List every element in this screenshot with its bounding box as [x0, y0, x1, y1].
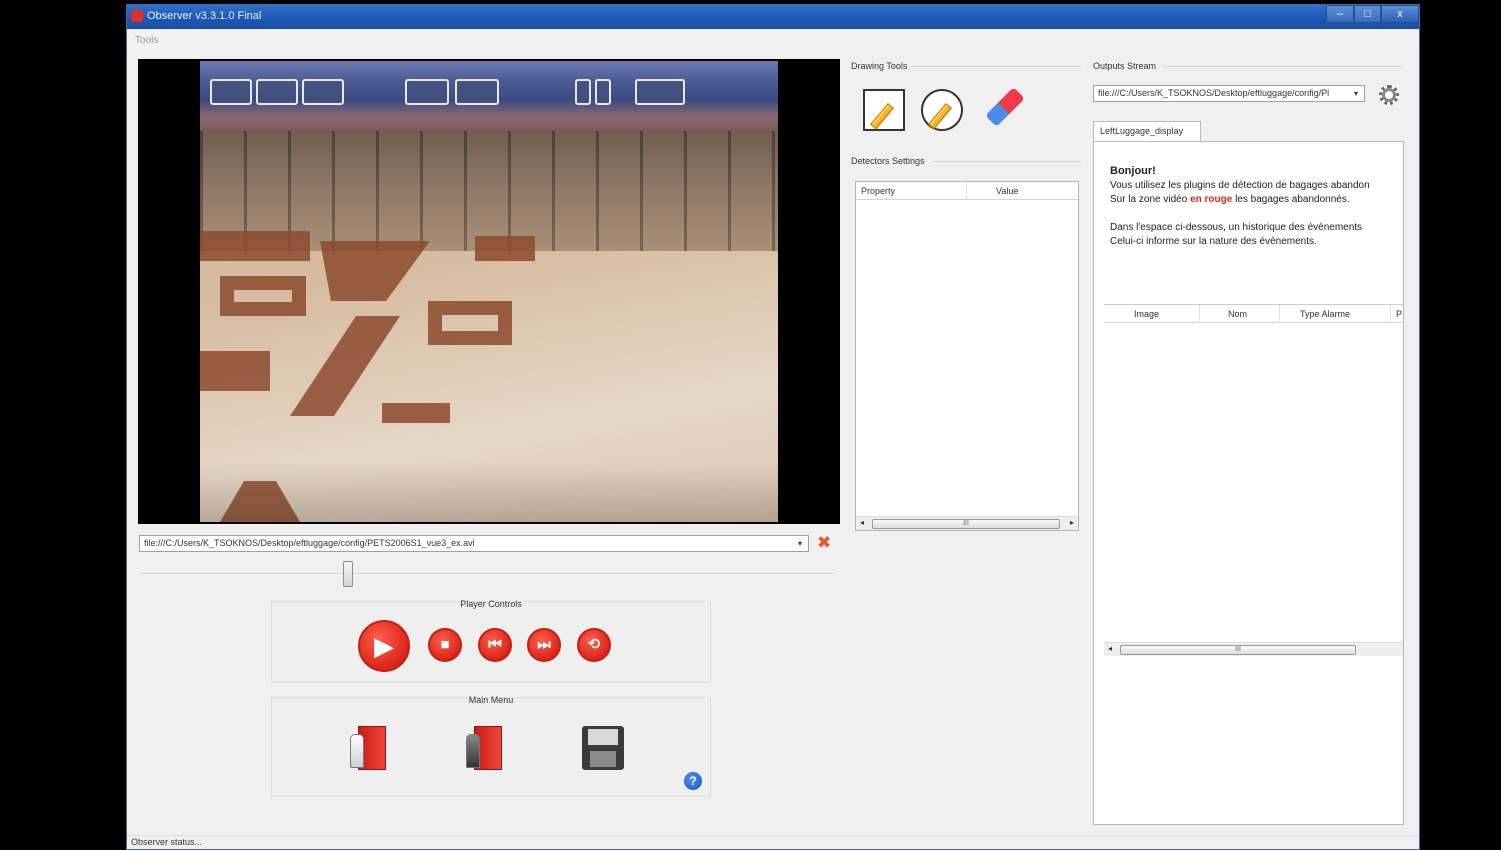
horizontal-scrollbar[interactable]: ◂ III ▸ [856, 516, 1078, 530]
player-controls-title: Player Controls [460, 599, 522, 609]
status-bar: Observer status... [127, 835, 1419, 849]
events-horizontal-scrollbar[interactable]: ◂ III [1104, 642, 1403, 656]
skip-forward-icon: ⏭ [537, 636, 551, 653]
minimize-button[interactable]: – [1326, 5, 1354, 23]
drawing-tools-title: Drawing Tools [851, 61, 908, 71]
events-table[interactable]: Image Nom Type Alarme P ◂ III [1104, 304, 1403, 656]
column-image: Image [1134, 309, 1160, 319]
loop-icon: ⟲ [587, 636, 601, 653]
window-title: Observer v3.3.1.0 Final [147, 10, 262, 22]
info-line-2b: les bagages abandonnés. [1232, 194, 1350, 205]
events-table-header: Image Nom Type Alarme P [1104, 305, 1403, 323]
scroll-right-icon[interactable]: ▸ [1070, 518, 1074, 527]
info-line-2-highlight: en rouge [1190, 194, 1233, 205]
camera-door-icon[interactable] [466, 726, 502, 770]
info-line-2a: Sur la zone vidéo [1110, 194, 1191, 205]
main-window: Observer v3.3.1.0 Final – □ x Tools file… [126, 4, 1420, 850]
screen-background: Observer v3.3.1.0 Final – □ x Tools file… [8, 0, 1495, 850]
column-type-alarme: Type Alarme [1300, 309, 1351, 319]
menu-tools[interactable]: Tools [135, 35, 158, 46]
stop-icon: ■ [440, 636, 450, 653]
exit-door-icon[interactable] [350, 726, 386, 770]
video-frame [200, 61, 778, 522]
detectors-settings-title: Detectors Settings [851, 156, 925, 166]
maximize-button[interactable]: □ [1354, 5, 1381, 23]
chevron-down-icon[interactable]: ▾ [1350, 87, 1362, 100]
info-line-3: Dans l'espace ci-dessous, un historique … [1110, 222, 1363, 233]
skip-back-icon: ⏮ [488, 636, 502, 653]
info-line-1: Vous utilisez les plugins de détection d… [1110, 180, 1370, 191]
help-icon[interactable]: ? [684, 772, 702, 790]
events-scrollbar-thumb[interactable]: III [1120, 645, 1356, 655]
menu-bar: Tools [127, 31, 1419, 49]
main-menu-group: Main Menu ? [271, 695, 711, 797]
circle-pencil-icon[interactable] [921, 89, 963, 131]
output-source-value: file:///C:/Users/K_TSOKNOS/Desktop/eftlu… [1098, 88, 1330, 98]
video-source-value: file:///C:/Users/K_TSOKNOS/Desktop/eftlu… [144, 538, 475, 548]
play-button[interactable]: ▶ [358, 620, 410, 672]
scrollbar-thumb[interactable]: III [872, 519, 1060, 529]
floppy-save-icon[interactable] [582, 726, 624, 770]
app-icon [131, 10, 143, 22]
column-value: Value [996, 186, 1019, 196]
info-greeting: Bonjour! [1110, 165, 1156, 177]
info-text: Bonjour! Vous utilisez les plugins de dé… [1110, 164, 1370, 249]
loop-button[interactable]: ⟲ [577, 628, 611, 662]
column-nom: Nom [1228, 309, 1248, 319]
close-button[interactable]: x [1381, 5, 1419, 23]
output-tab-panel: Bonjour! Vous utilisez les plugins de dé… [1093, 141, 1404, 825]
detectors-settings-table[interactable]: Property Value ◂ III ▸ [855, 181, 1079, 531]
tab-leftluggage-display[interactable]: LeftLuggage_display [1093, 121, 1201, 141]
output-source-select[interactable]: file:///C:/Users/K_TSOKNOS/Desktop/eftlu… [1093, 85, 1365, 102]
chevron-down-icon[interactable]: ▾ [794, 537, 806, 550]
scroll-left-icon[interactable]: ◂ [1108, 644, 1112, 653]
info-line-4: Celui-ci informe sur la nature des évène… [1110, 236, 1317, 247]
gear-icon[interactable] [1379, 85, 1399, 105]
column-p: P [1396, 309, 1403, 319]
title-bar: Observer v3.3.1.0 Final – □ x [127, 5, 1419, 29]
seek-slider-thumb[interactable] [342, 561, 353, 587]
player-controls-group: Player Controls ▶ ■ ⏮ ⏭ ⟲ [271, 599, 711, 683]
previous-button[interactable]: ⏮ [478, 628, 512, 662]
pencil-icon[interactable] [863, 89, 905, 131]
video-train [200, 61, 778, 131]
main-menu-title: Main Menu [468, 695, 514, 705]
video-display [138, 59, 840, 524]
seek-slider[interactable] [139, 573, 835, 575]
status-text: Observer status... [131, 837, 203, 847]
scroll-left-icon[interactable]: ◂ [860, 518, 864, 527]
eraser-icon[interactable] [981, 87, 1025, 131]
column-property: Property [861, 186, 896, 196]
video-source-select[interactable]: file:///C:/Users/K_TSOKNOS/Desktop/eftlu… [139, 535, 809, 552]
outputs-stream-title: Outputs Stream [1093, 61, 1157, 71]
stop-button[interactable]: ■ [428, 628, 462, 662]
play-icon: ▶ [374, 631, 394, 661]
next-button[interactable]: ⏭ [527, 628, 561, 662]
table-header: Property Value [856, 182, 1078, 200]
close-icon[interactable]: ✖ [817, 533, 831, 553]
